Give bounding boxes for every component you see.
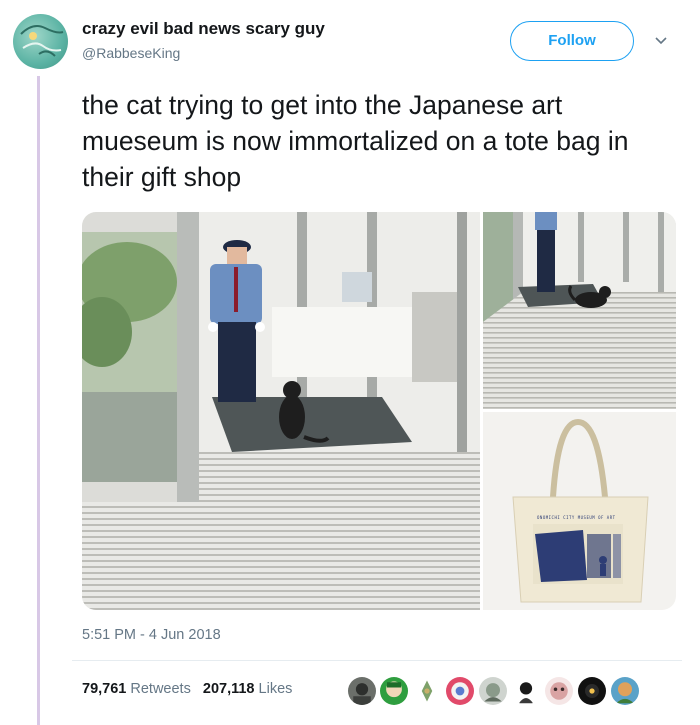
tweet-text: the cat trying to get into the Japanese …: [82, 90, 629, 192]
avatar-icon: [20, 25, 64, 57]
display-name[interactable]: crazy evil bad news scary guy: [82, 19, 325, 39]
chevron-down-icon[interactable]: [654, 34, 668, 48]
tweet-timestamp[interactable]: 5:51 PM - 4 Jun 2018: [82, 627, 221, 643]
liker-avatar[interactable]: [510, 675, 542, 707]
divider: [72, 660, 682, 661]
likes-label: Likes: [258, 681, 293, 697]
retweets-count: 79,761: [82, 681, 127, 697]
retweets-label: Retweets: [130, 681, 191, 697]
liker-avatar[interactable]: [346, 675, 378, 707]
photo-cat-walking[interactable]: [483, 212, 676, 409]
liker-avatar[interactable]: [477, 675, 509, 707]
follow-button[interactable]: Follow: [510, 21, 634, 61]
liker-avatar[interactable]: [609, 675, 641, 707]
photo-guard-and-cat[interactable]: [82, 212, 480, 610]
media-grid: ONOMICHI CITY MUSEUM OF ART: [82, 212, 676, 610]
liker-avatar[interactable]: [378, 675, 410, 707]
liker-avatar[interactable]: [543, 675, 575, 707]
liker-avatar[interactable]: [444, 675, 476, 707]
liker-avatar[interactable]: [576, 675, 608, 707]
profile-avatar[interactable]: [13, 14, 68, 69]
user-handle[interactable]: @RabbeseKing: [82, 45, 180, 61]
engagement-stats: 79,761 Retweets 207,118 Likes: [82, 681, 292, 697]
tote-print-text: ONOMICHI CITY MUSEUM OF ART: [537, 515, 616, 520]
likes-stat[interactable]: 207,118 Likes: [203, 681, 293, 697]
liker-avatars: [340, 674, 680, 708]
liker-avatar[interactable]: [411, 675, 443, 707]
likes-count: 207,118: [202, 681, 255, 697]
retweets-stat[interactable]: 79,761 Retweets: [82, 681, 191, 697]
photo-tote-bag[interactable]: ONOMICHI CITY MUSEUM OF ART: [483, 412, 676, 610]
thread-line: [37, 76, 40, 725]
